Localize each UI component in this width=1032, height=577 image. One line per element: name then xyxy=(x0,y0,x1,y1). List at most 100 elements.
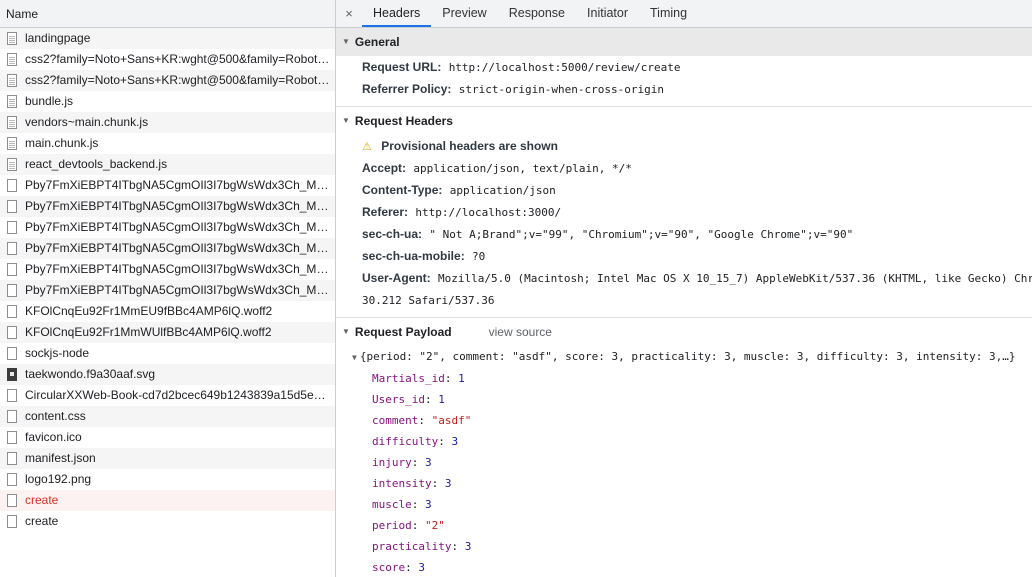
request-name: react_devtools_backend.js xyxy=(25,157,168,171)
close-icon[interactable]: × xyxy=(336,0,362,27)
header-value: http://localhost:3000/ xyxy=(415,206,562,219)
request-row[interactable]: Pby7FmXiEBPT4ITbgNA5CgmOIl3I7bgWsWdx3Ch_… xyxy=(0,217,335,238)
file-icon xyxy=(7,494,17,507)
request-row[interactable]: content.css xyxy=(0,406,335,427)
payload-property-key: muscle xyxy=(372,498,412,511)
request-name: Pby7FmXiEBPT4ITbgNA5CgmOIl3I7bgWsWdx3Ch_… xyxy=(25,283,330,297)
payload-property: score: 3 xyxy=(372,561,425,574)
file-icon xyxy=(7,74,17,87)
request-name: Pby7FmXiEBPT4ITbgNA5CgmOIl3I7bgWsWdx3Ch_… xyxy=(25,199,330,213)
request-row[interactable]: KFOlCnqEu92Fr1MmWUlfBBc4AMP6lQ.woff2 xyxy=(0,322,335,343)
view-source-link[interactable]: view source xyxy=(489,318,552,346)
request-name: logo192.png xyxy=(25,472,92,486)
payload-property: difficulty: 3 xyxy=(372,435,459,448)
payload-property: muscle: 3 xyxy=(372,498,432,511)
request-list-panel: Name landingpage css2?family=Noto+Sans+KR… xyxy=(0,0,336,577)
header-row: Referer: http://localhost:3000/ xyxy=(336,201,1032,223)
file-icon xyxy=(7,347,17,360)
request-name: content.css xyxy=(25,409,86,423)
tab-preview[interactable]: Preview xyxy=(431,0,497,27)
request-url-row: Request URL: http://localhost:5000/revie… xyxy=(336,56,1032,78)
header-value: application/json xyxy=(449,184,556,197)
request-row[interactable]: css2?family=Noto+Sans+KR:wght@500&family… xyxy=(0,49,335,70)
payload-property: Martials_id: 1 xyxy=(372,372,465,385)
payload-property-key: Martials_id xyxy=(372,372,445,385)
request-row[interactable]: create xyxy=(0,511,335,532)
request-url-key: Request URL: xyxy=(362,60,442,74)
details-tab-bar: × Headers Preview Response Initiator Tim… xyxy=(336,0,1032,28)
request-name: KFOlCnqEu92Fr1MmEU9fBBc4AMP6lQ.woff2 xyxy=(25,304,273,318)
request-row[interactable]: bundle.js xyxy=(0,91,335,112)
payload-object-toggle[interactable]: ▼ {period: "2", comment: "asdf", score: 3… xyxy=(336,346,1032,368)
payload-property: practicality: 3 xyxy=(372,540,472,553)
request-name: Pby7FmXiEBPT4ITbgNA5CgmOIl3I7bgWsWdx3Ch_… xyxy=(25,262,330,276)
payload-property-key: score xyxy=(372,561,406,574)
request-row[interactable]: create xyxy=(0,490,335,511)
request-row[interactable]: vendors~main.chunk.js xyxy=(0,112,335,133)
name-column-header[interactable]: Name xyxy=(0,0,335,28)
payload-property-value: 3 xyxy=(464,540,472,553)
payload-property-key: Users_id xyxy=(372,393,425,406)
header-key: Referer: xyxy=(362,205,409,219)
request-row[interactable]: manifest.json xyxy=(0,448,335,469)
header-row: Content-Type: application/json xyxy=(336,179,1032,201)
tab-headers[interactable]: Headers xyxy=(362,0,432,27)
request-row[interactable]: main.chunk.js xyxy=(0,133,335,154)
payload-property-value: "asdf" xyxy=(431,414,472,427)
request-list: landingpage css2?family=Noto+Sans+KR:wght… xyxy=(0,28,335,532)
request-name: vendors~main.chunk.js xyxy=(25,115,149,129)
request-row[interactable]: Pby7FmXiEBPT4ITbgNA5CgmOIl3I7bgWsWdx3Ch_… xyxy=(0,259,335,280)
request-payload-section-header[interactable]: ▼ Request Payload view source xyxy=(336,318,1032,346)
request-row[interactable]: taekwondo.f9a30aaf.svg xyxy=(0,364,335,385)
request-name: css2?family=Noto+Sans+KR:wght@500&family… xyxy=(25,52,330,66)
request-name: KFOlCnqEu92Fr1MmWUlfBBc4AMP6lQ.woff2 xyxy=(25,325,272,339)
payload-property: intensity: 3 xyxy=(372,477,452,490)
request-row[interactable]: Pby7FmXiEBPT4ITbgNA5CgmOIl3I7bgWsWdx3Ch_… xyxy=(0,238,335,259)
request-row[interactable]: Pby7FmXiEBPT4ITbgNA5CgmOIl3I7bgWsWdx3Ch_… xyxy=(0,280,335,301)
request-row[interactable]: favicon.ico xyxy=(0,427,335,448)
header-key: sec-ch-ua: xyxy=(362,227,423,241)
tab-timing[interactable]: Timing xyxy=(639,0,698,27)
request-name: Pby7FmXiEBPT4ITbgNA5CgmOIl3I7bgWsWdx3Ch_… xyxy=(25,178,330,192)
tab-initiator[interactable]: Initiator xyxy=(576,0,639,27)
header-key: sec-ch-ua-mobile: xyxy=(362,249,465,263)
file-icon xyxy=(7,242,17,255)
header-key: Accept: xyxy=(362,161,407,175)
request-headers-title: Request Headers xyxy=(354,114,453,128)
header-row: User-Agent: Mozilla/5.0 (Macintosh; Inte… xyxy=(336,267,1032,289)
request-name: sockjs-node xyxy=(25,346,90,360)
request-name: favicon.ico xyxy=(25,430,82,444)
file-icon xyxy=(7,200,17,213)
header-key: Content-Type: xyxy=(362,183,443,197)
request-row[interactable]: Pby7FmXiEBPT4ITbgNA5CgmOIl3I7bgWsWdx3Ch_… xyxy=(0,196,335,217)
file-icon xyxy=(7,389,17,402)
file-icon xyxy=(7,53,17,66)
file-icon xyxy=(7,32,17,45)
file-icon xyxy=(7,263,17,276)
request-row[interactable]: Pby7FmXiEBPT4ITbgNA5CgmOIl3I7bgWsWdx3Ch_… xyxy=(0,175,335,196)
tab-response[interactable]: Response xyxy=(498,0,576,27)
request-name: taekwondo.f9a30aaf.svg xyxy=(25,367,156,381)
request-row[interactable]: CircularXXWeb-Book-cd7d2bcec649b1243839a… xyxy=(0,385,335,406)
header-row: sec-ch-ua-mobile: ?0 xyxy=(336,245,1032,267)
payload-property-value: "2" xyxy=(425,519,445,532)
request-row[interactable]: landingpage xyxy=(0,28,335,49)
header-key: User-Agent: xyxy=(362,271,431,285)
request-headers-section-header[interactable]: ▼ Request Headers xyxy=(336,107,1032,135)
file-icon xyxy=(7,410,17,423)
warning-icon: ⚠ xyxy=(362,141,372,153)
request-row[interactable]: KFOlCnqEu92Fr1MmEU9fBBc4AMP6lQ.woff2 xyxy=(0,301,335,322)
request-row[interactable]: react_devtools_backend.js xyxy=(0,154,335,175)
general-section-header[interactable]: ▼ General xyxy=(336,28,1032,56)
payload-property-value: 3 xyxy=(418,561,425,574)
request-name: create xyxy=(25,514,59,528)
request-row[interactable]: logo192.png xyxy=(0,469,335,490)
file-icon xyxy=(7,515,17,528)
payload-property: comment: "asdf" xyxy=(372,414,472,427)
referrer-policy-key: Referrer Policy: xyxy=(362,82,452,96)
request-row[interactable]: sockjs-node xyxy=(0,343,335,364)
request-row[interactable]: css2?family=Noto+Sans+KR:wght@500&family… xyxy=(0,70,335,91)
file-icon xyxy=(7,431,17,444)
header-value-continuation: 30.212 Safari/537.36 xyxy=(362,294,495,307)
provisional-warning-text: Provisional headers are shown xyxy=(381,139,558,153)
